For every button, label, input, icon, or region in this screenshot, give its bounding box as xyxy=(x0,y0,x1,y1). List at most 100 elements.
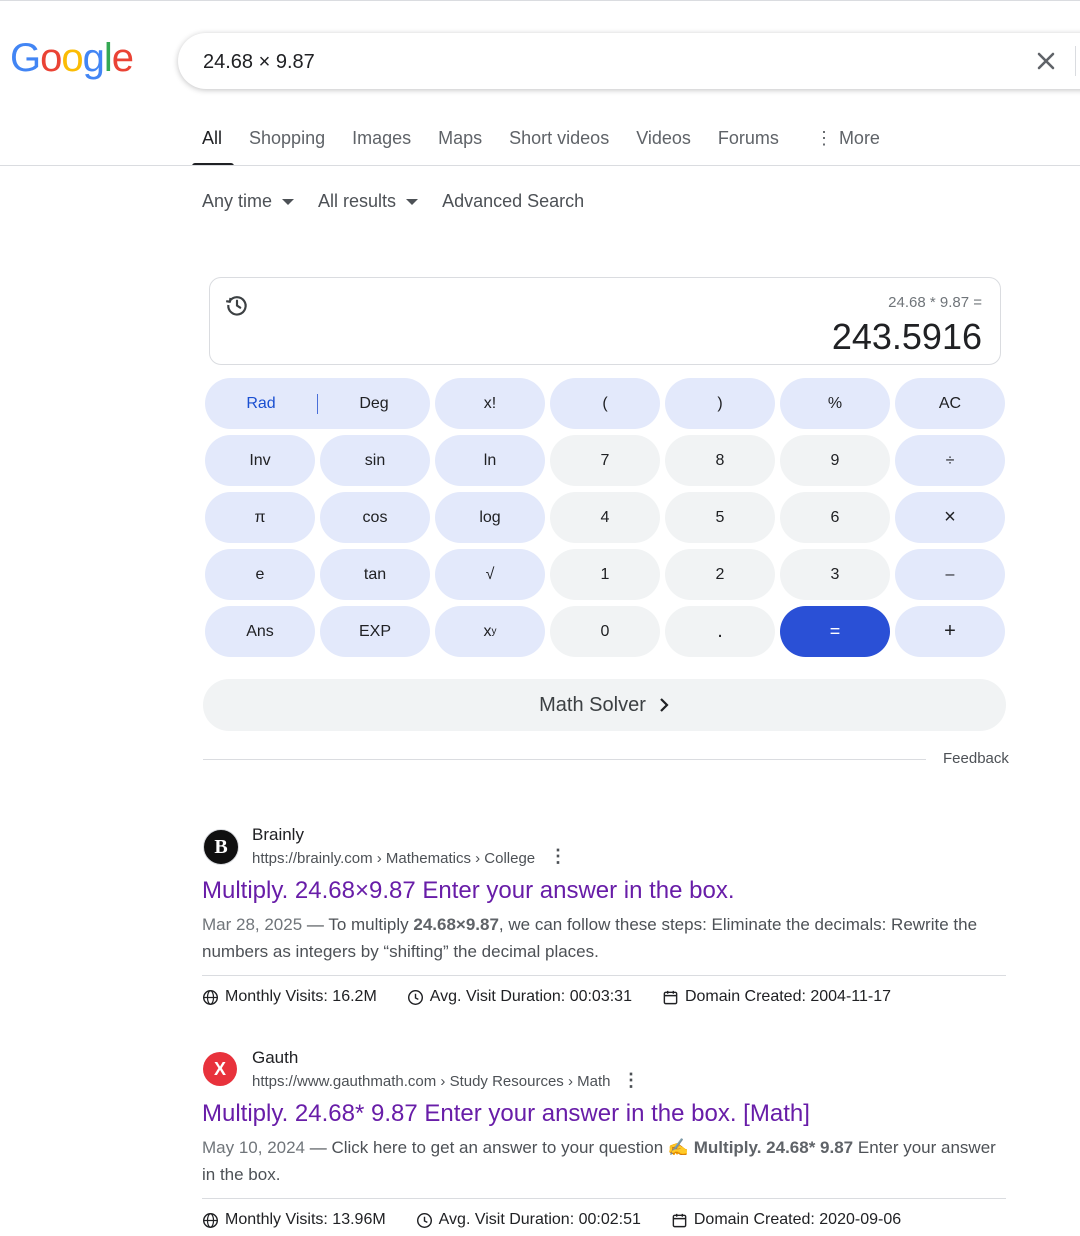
search-input[interactable]: 24.68 × 9.87 xyxy=(203,51,315,74)
tab-images[interactable]: Images xyxy=(352,128,411,166)
ans-button[interactable]: Ans xyxy=(205,606,315,657)
more-options-icon[interactable]: ⋮ xyxy=(549,846,567,867)
result-title[interactable]: Multiply. 24.68×9.87 Enter your answer i… xyxy=(202,877,735,905)
tab-maps[interactable]: Maps xyxy=(438,128,482,166)
any-time-dropdown[interactable]: Any time xyxy=(202,191,295,212)
calculator-result: 243.5916 xyxy=(831,316,982,357)
monthly-visits-label: Monthly Visits: 13.96M xyxy=(225,1211,386,1228)
history-icon[interactable] xyxy=(224,292,250,318)
tab-forums[interactable]: Forums xyxy=(718,128,779,166)
plus-button[interactable]: + xyxy=(895,606,1005,657)
site-metrics: Monthly Visits: 13.96M Avg. Visit Durati… xyxy=(202,1211,931,1229)
power-base: x xyxy=(483,622,492,640)
monthly-visits-label: Monthly Visits: 16.2M xyxy=(225,988,377,1005)
open-paren-button[interactable]: ( xyxy=(550,378,660,429)
calculator-expression: 24.68 * 9.87 = xyxy=(888,294,982,311)
feedback-link[interactable]: Feedback xyxy=(943,750,1009,767)
search-filters: Any time All results Advanced Search xyxy=(202,191,608,212)
log-button[interactable]: log xyxy=(435,492,545,543)
avg-visit-duration-label: Avg. Visit Duration: 00:03:31 xyxy=(429,988,632,1005)
math-solver-button[interactable]: Math Solver xyxy=(203,679,1006,731)
result-site-name[interactable]: Gauth xyxy=(252,1048,298,1068)
equals-button[interactable]: = xyxy=(780,606,890,657)
tab-more[interactable]: ⋮ More xyxy=(815,128,880,166)
result-title[interactable]: Multiply. 24.68* 9.87 Enter your answer … xyxy=(202,1100,810,1128)
digit-3-button[interactable]: 3 xyxy=(780,549,890,600)
digit-2-button[interactable]: 2 xyxy=(665,549,775,600)
tab-short-videos[interactable]: Short videos xyxy=(509,128,609,166)
any-time-label: Any time xyxy=(202,191,273,211)
logo-letter: G xyxy=(10,36,41,80)
search-tabs: All Shopping Images Maps Short videos Vi… xyxy=(191,128,907,166)
avg-visit-duration: Avg. Visit Duration: 00:03:31 xyxy=(407,988,632,1006)
power-exponent: y xyxy=(491,626,497,637)
rad-button[interactable]: Rad xyxy=(205,395,317,413)
rad-deg-toggle[interactable]: Rad Deg xyxy=(205,378,430,429)
cos-button[interactable]: cos xyxy=(320,492,430,543)
divide-button[interactable]: ÷ xyxy=(895,435,1005,486)
inverse-button[interactable]: Inv xyxy=(205,435,315,486)
snippet-text: To multiply xyxy=(328,915,414,934)
chevron-right-icon xyxy=(660,698,669,712)
caret-down-icon xyxy=(282,198,295,205)
favicon-letter: B xyxy=(214,835,228,858)
tab-videos[interactable]: Videos xyxy=(636,128,691,166)
multiply-button[interactable]: × xyxy=(895,492,1005,543)
result-divider xyxy=(202,975,1006,976)
google-logo[interactable]: Google xyxy=(10,36,134,81)
site-metrics: Monthly Visits: 16.2M Avg. Visit Duratio… xyxy=(202,988,921,1006)
decimal-point-button[interactable]: . xyxy=(665,606,775,657)
all-results-dropdown[interactable]: All results xyxy=(318,191,419,212)
digit-4-button[interactable]: 4 xyxy=(550,492,660,543)
more-options-icon[interactable]: ⋮ xyxy=(622,1070,640,1091)
digit-6-button[interactable]: 6 xyxy=(780,492,890,543)
logo-letter: g xyxy=(82,36,105,80)
euler-button[interactable]: e xyxy=(205,549,315,600)
search-divider xyxy=(1075,46,1076,76)
calculator-display: 24.68 * 9.87 = 243.5916 xyxy=(209,277,1001,365)
search-box[interactable]: 24.68 × 9.87 xyxy=(178,33,1080,89)
domain-created: Domain Created: 2020-09-06 xyxy=(671,1211,901,1229)
avg-visit-duration-label: Avg. Visit Duration: 00:02:51 xyxy=(438,1211,641,1228)
result-site-name[interactable]: Brainly xyxy=(252,825,304,845)
result-url[interactable]: https://brainly.com › Mathematics › Coll… xyxy=(252,850,535,867)
digit-0-button[interactable]: 0 xyxy=(550,606,660,657)
monthly-visits: Monthly Visits: 13.96M xyxy=(202,1211,386,1229)
tab-all[interactable]: All xyxy=(191,128,235,166)
brainly-favicon: B xyxy=(203,829,239,865)
sqrt-button[interactable]: √ xyxy=(435,549,545,600)
digit-7-button[interactable]: 7 xyxy=(550,435,660,486)
advanced-search-link[interactable]: Advanced Search xyxy=(442,191,584,212)
caret-down-icon xyxy=(406,198,419,205)
minus-button[interactable]: – xyxy=(895,549,1005,600)
result-url[interactable]: https://www.gauthmath.com › Study Resour… xyxy=(252,1073,610,1090)
domain-created-label: Domain Created: 2020-09-06 xyxy=(693,1211,902,1228)
top-divider xyxy=(0,0,1080,1)
domain-created-label: Domain Created: 2004-11-17 xyxy=(684,988,892,1005)
logo-letter: o xyxy=(40,36,62,80)
pi-button[interactable]: π xyxy=(205,492,315,543)
tab-shopping[interactable]: Shopping xyxy=(249,128,325,166)
deg-button[interactable]: Deg xyxy=(318,395,430,413)
result-snippet: Mar 28, 2025 — To multiply 24.68×9.87, w… xyxy=(202,911,1002,965)
close-icon[interactable] xyxy=(1032,47,1060,75)
ln-button[interactable]: ln xyxy=(435,435,545,486)
digit-8-button[interactable]: 8 xyxy=(665,435,775,486)
sin-button[interactable]: sin xyxy=(320,435,430,486)
percent-button[interactable]: % xyxy=(780,378,890,429)
logo-letter: o xyxy=(61,36,83,80)
tan-button[interactable]: tan xyxy=(320,549,430,600)
all-clear-button[interactable]: AC xyxy=(895,378,1005,429)
more-vert-icon: ⋮ xyxy=(814,128,833,148)
digit-9-button[interactable]: 9 xyxy=(780,435,890,486)
digit-5-button[interactable]: 5 xyxy=(665,492,775,543)
result-snippet: May 10, 2024 — Click here to get an answ… xyxy=(202,1134,1002,1188)
monthly-visits: Monthly Visits: 16.2M xyxy=(202,988,377,1006)
exp-button[interactable]: EXP xyxy=(320,606,430,657)
globe-icon xyxy=(202,989,219,1005)
tab-more-label: More xyxy=(838,128,880,148)
power-button[interactable]: xy xyxy=(435,606,545,657)
digit-1-button[interactable]: 1 xyxy=(550,549,660,600)
close-paren-button[interactable]: ) xyxy=(665,378,775,429)
factorial-button[interactable]: x! xyxy=(435,378,545,429)
